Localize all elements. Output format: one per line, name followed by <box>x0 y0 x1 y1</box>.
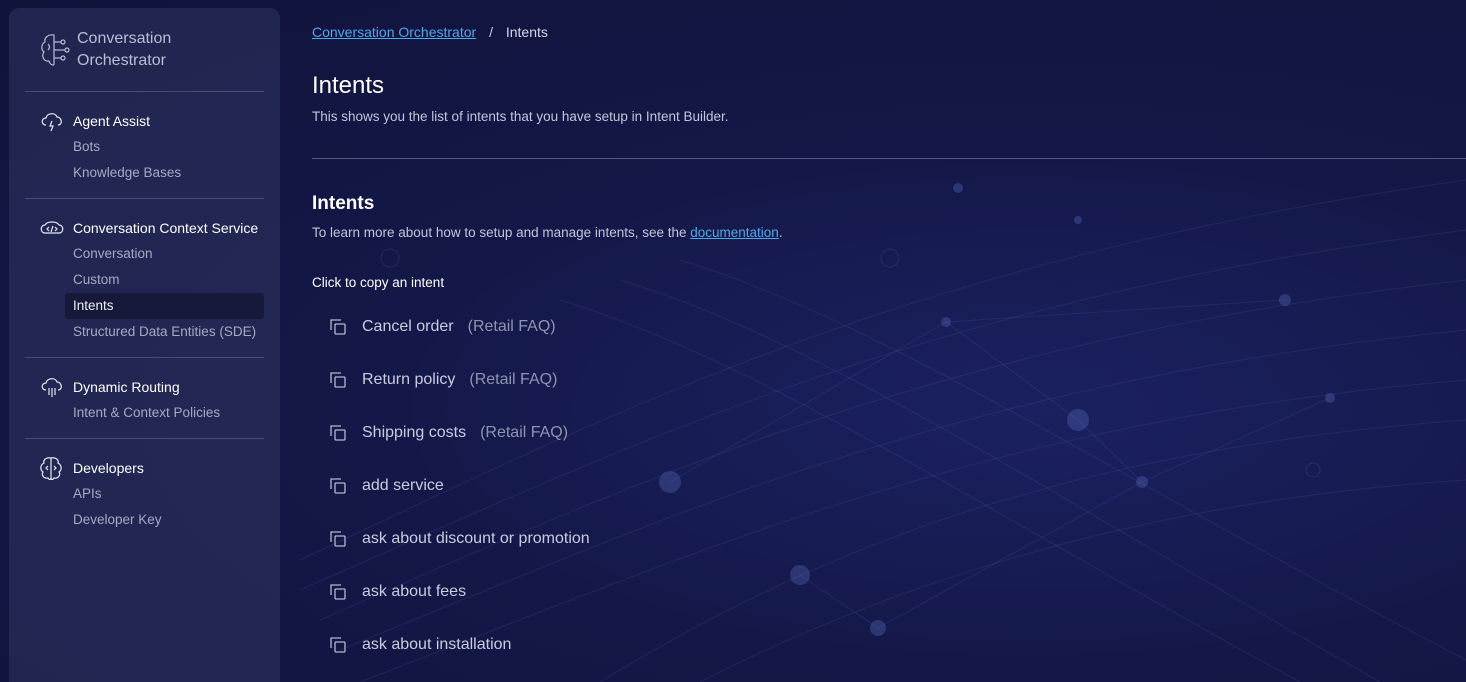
breadcrumb-root-link[interactable]: Conversation Orchestrator <box>312 24 476 40</box>
intent-name: ask about installation <box>362 635 512 653</box>
breadcrumb-separator: / <box>489 24 493 40</box>
copy-icon[interactable] <box>328 529 348 549</box>
sidebar-section-title: Dynamic Routing <box>73 379 180 395</box>
documentation-link[interactable]: documentation <box>690 225 779 240</box>
cloud-routing-icon <box>39 374 67 400</box>
sidebar-item-developer-key[interactable]: Developer Key <box>25 507 264 533</box>
brain-circuit-icon <box>41 33 70 66</box>
intent-item[interactable]: Shipping costs (Retail FAQ) <box>312 406 912 459</box>
copy-icon[interactable] <box>328 370 348 390</box>
intent-name: Return policy <box>362 370 456 388</box>
intent-item[interactable]: add service <box>312 459 912 512</box>
intent-source-tag: (Retail FAQ) <box>467 317 556 335</box>
intent-name: add service <box>362 476 444 494</box>
intents-section-description: To learn more about how to setup and man… <box>312 225 783 240</box>
intent-item[interactable]: Return policy (Retail FAQ) <box>312 353 912 406</box>
intent-name: ask about fees <box>362 582 467 600</box>
brand-name-line2: Orchestrator <box>77 51 166 69</box>
copy-icon[interactable] <box>328 635 348 655</box>
sidebar-brand[interactable]: Conversation Orchestrator <box>25 8 264 92</box>
sidebar-section-agent-assist: Agent Assist Bots Knowledge Bases <box>25 92 264 199</box>
brand-name-line1: Conversation <box>77 29 172 47</box>
intent-item[interactable]: Cancel order (Retail FAQ) <box>312 300 912 353</box>
cloud-bolt-icon <box>39 108 67 134</box>
intent-name: Cancel order <box>362 317 454 335</box>
copy-icon[interactable] <box>328 423 348 443</box>
intent-source-tag: (Retail FAQ) <box>480 423 569 441</box>
sidebar-item-knowledge-bases[interactable]: Knowledge Bases <box>25 160 264 186</box>
sidebar-section-header[interactable]: Developers <box>25 455 264 481</box>
description-suffix: . <box>778 225 783 240</box>
page-subtitle: This shows you the list of intents that … <box>312 109 729 124</box>
sidebar-item-sde[interactable]: Structured Data Entities (SDE) <box>25 319 264 345</box>
copy-hint: Click to copy an intent <box>312 275 445 290</box>
breadcrumb-current: Intents <box>505 24 548 40</box>
intent-name: Shipping costs <box>362 423 467 441</box>
intent-name: ask about discount or promotion <box>362 529 590 547</box>
intent-item[interactable]: ask about discount or promotion <box>312 512 912 565</box>
breadcrumb: Conversation Orchestrator / Intents <box>312 24 548 40</box>
sidebar-section-title: Agent Assist <box>73 113 151 129</box>
sidebar-item-custom[interactable]: Custom <box>25 267 264 293</box>
sidebar-item-intent-context-policies[interactable]: Intent & Context Policies <box>25 400 264 426</box>
brain-code-icon <box>39 455 67 481</box>
sidebar-section-title: Conversation Context Service <box>73 220 259 236</box>
intent-item[interactable]: ask about fees <box>312 565 912 618</box>
sidebar-item-conversation[interactable]: Conversation <box>25 241 264 267</box>
divider <box>312 158 1466 159</box>
description-text: To learn more about how to setup and man… <box>312 225 691 240</box>
page-title: Intents <box>312 72 385 99</box>
intents-section-title: Intents <box>312 193 375 214</box>
intent-source-tag: (Retail FAQ) <box>469 370 558 388</box>
intent-list: Cancel order (Retail FAQ) Return policy (Re… <box>312 300 912 671</box>
sidebar-section-title: Developers <box>73 460 144 476</box>
sidebar-item-intents[interactable]: Intents <box>65 293 264 319</box>
sidebar-section-context-service: Conversation Context Service Conversatio… <box>25 199 264 358</box>
sidebar-section-dynamic-routing: Dynamic Routing Intent & Context Policie… <box>25 358 264 439</box>
sidebar-section-developers: Developers APIs Developer Key <box>25 439 264 545</box>
intent-item[interactable]: ask about installation <box>312 618 912 671</box>
code-cloud-icon <box>39 215 67 241</box>
sidebar-section-header[interactable]: Agent Assist <box>25 108 264 134</box>
sidebar-section-header[interactable]: Conversation Context Service <box>25 215 264 241</box>
sidebar-item-apis[interactable]: APIs <box>25 481 264 507</box>
copy-icon[interactable] <box>328 476 348 496</box>
sidebar-section-header[interactable]: Dynamic Routing <box>25 374 264 400</box>
sidebar-item-bots[interactable]: Bots <box>25 134 264 160</box>
sidebar: Conversation Orchestrator Agent Assist B… <box>9 8 280 682</box>
copy-icon[interactable] <box>328 317 348 337</box>
copy-icon[interactable] <box>328 582 348 602</box>
